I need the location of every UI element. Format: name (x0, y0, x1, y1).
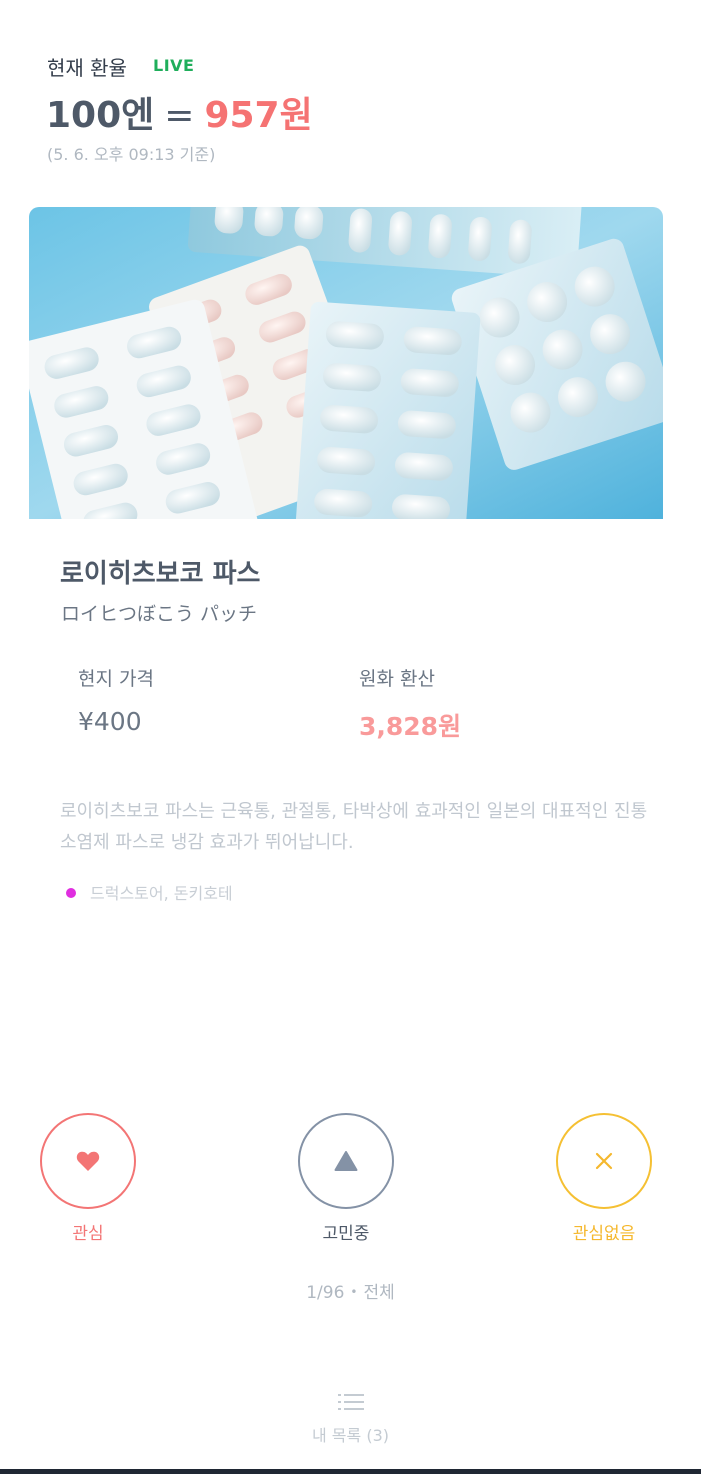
thinking-button[interactable]: 고민중 (298, 1113, 394, 1244)
store-info: 드럭스토어, 돈키호테 (66, 880, 233, 904)
like-label: 관심 (72, 1224, 104, 1244)
my-list-label: 내 목록 (3) (312, 1426, 389, 1445)
live-badge: LIVE (153, 56, 195, 75)
pager: 1/96 • 전체 (0, 1278, 701, 1303)
my-list-button[interactable]: 내 목록 (3) (0, 1392, 701, 1446)
triangle-icon (334, 1151, 358, 1171)
product-description: 로이히츠보코 파스는 근육통, 관절통, 타박상에 효과적인 일본의 대표적인 … (60, 801, 648, 853)
local-price-value: ¥400 (78, 707, 142, 736)
krw-price-value: 3,828원 (359, 712, 462, 741)
exchange-rate-value: 100엔 = 957원 (46, 86, 313, 138)
local-price-label: 현지 가격 (78, 668, 154, 690)
heart-icon (76, 1151, 100, 1171)
not-interested-button[interactable]: 관심없음 (556, 1113, 652, 1244)
not-interested-label: 관심없음 (572, 1224, 636, 1244)
store-list: 드럭스토어, 돈키호테 (90, 884, 233, 903)
yen-amount: 100엔 (46, 95, 155, 136)
won-amount: 957원 (204, 95, 313, 136)
close-icon (595, 1152, 613, 1170)
thinking-circle[interactable] (298, 1113, 394, 1209)
bottom-bar (0, 1469, 701, 1474)
equals-sign: = (164, 95, 195, 136)
pager-position: 1/96 (306, 1283, 345, 1303)
like-button[interactable]: 관심 (40, 1113, 136, 1244)
product-name-japanese: ロイヒつぼこう パッチ (61, 603, 258, 625)
like-circle[interactable] (40, 1113, 136, 1209)
not-interested-circle[interactable] (556, 1113, 652, 1209)
rate-timestamp: (5. 6. 오후 09:13 기준) (47, 145, 216, 164)
local-price-block: 현지 가격 ¥400 (78, 664, 154, 736)
pager-separator: • (350, 1285, 358, 1299)
krw-price-block: 원화 환산 3,828원 (359, 664, 461, 743)
list-icon (337, 1392, 364, 1416)
pager-filter[interactable]: 전체 (363, 1283, 394, 1303)
location-pin-icon (66, 887, 76, 898)
krw-price-label: 원화 환산 (359, 668, 435, 690)
exchange-rate-label: 현재 환율 (47, 56, 127, 80)
product-name-korean: 로이히츠보코 파스 (60, 559, 261, 589)
product-image (29, 207, 663, 519)
thinking-label: 고민중 (322, 1224, 370, 1244)
